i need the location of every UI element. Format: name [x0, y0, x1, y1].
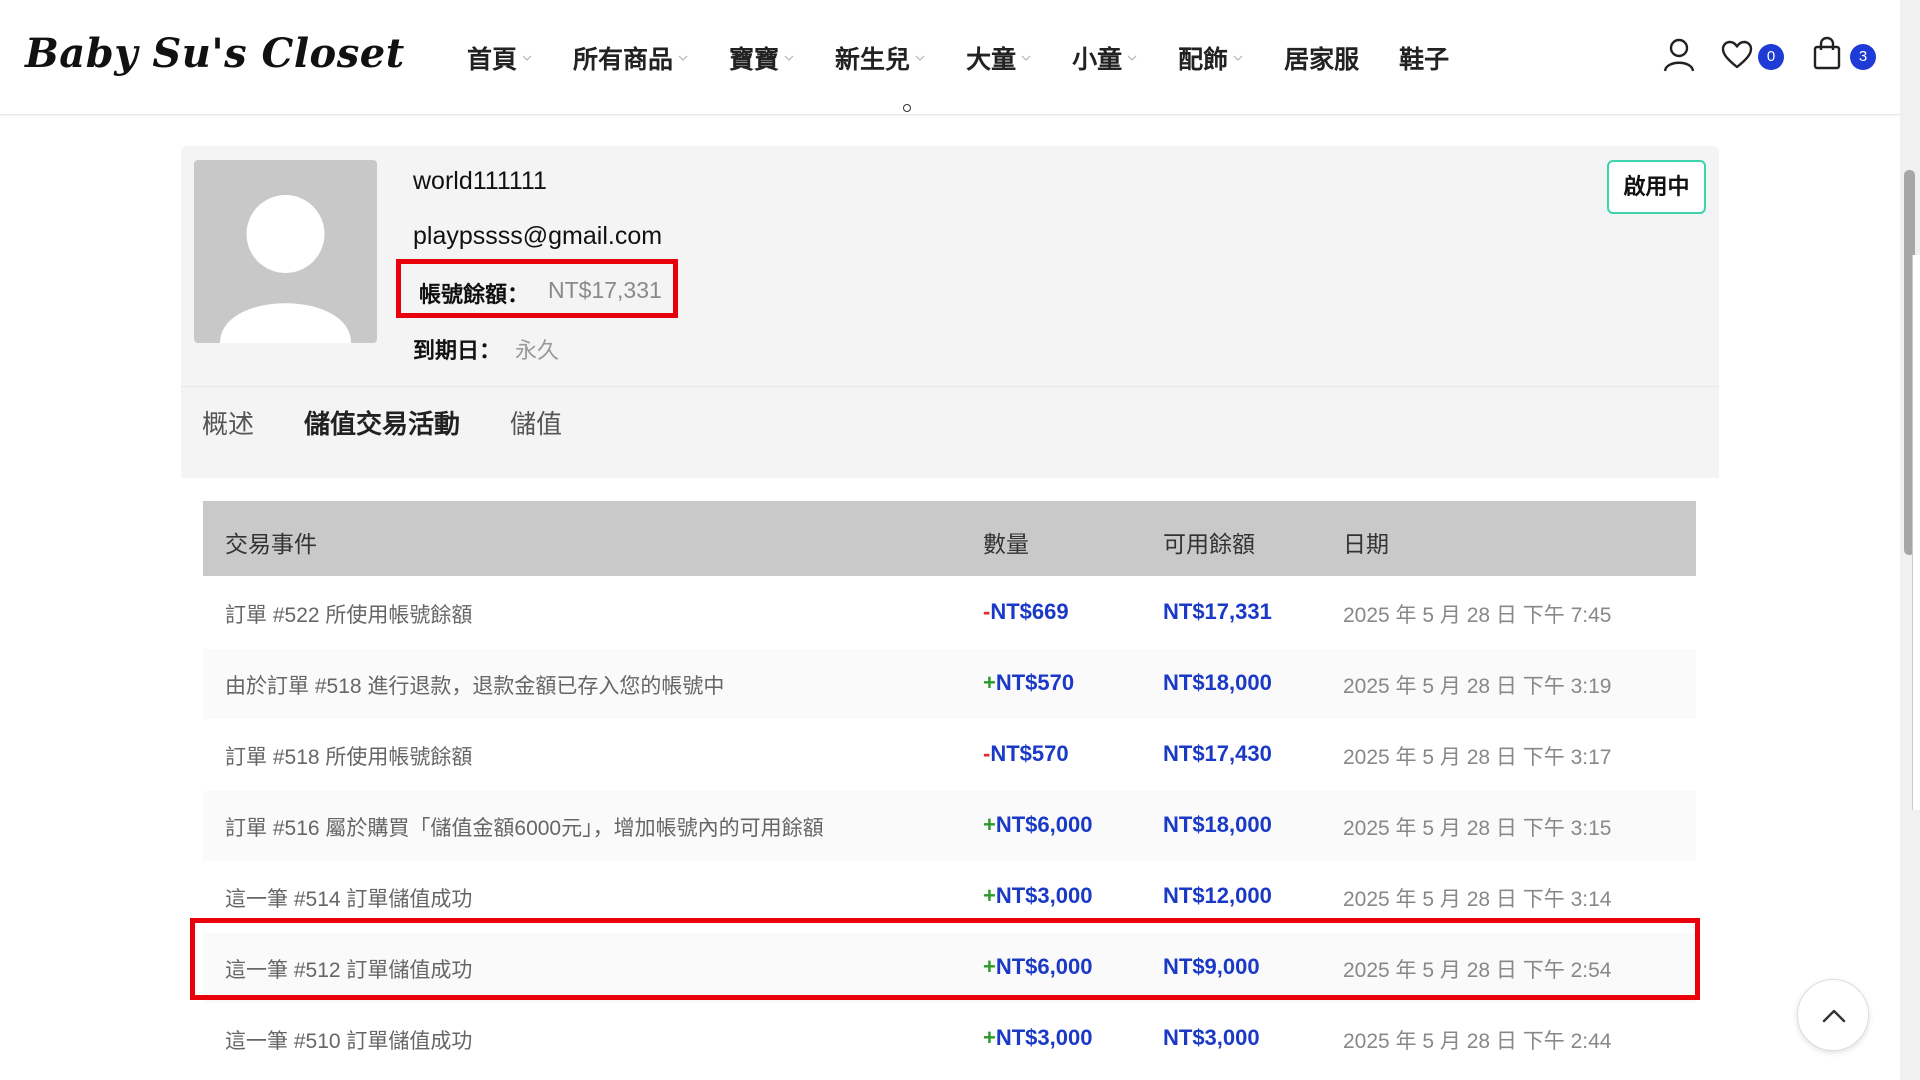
nav-item-label: 新生兒	[835, 46, 911, 74]
row-highlight-box	[190, 918, 1700, 1000]
transaction-amount: +NT$6,000	[983, 812, 1092, 838]
transaction-event: 這一筆 #510 訂單儲值成功	[225, 1030, 473, 1053]
nav-item-baby[interactable]: 寶寶	[729, 40, 795, 76]
chevron-down-icon	[915, 55, 925, 61]
table-row: 訂單 #522 所使用帳號餘額 -NT$669 NT$17,331 2025 年 5 …	[203, 578, 1696, 648]
nav-item-label: 小童	[1072, 46, 1123, 74]
column-header-date: 日期	[1343, 531, 1389, 557]
balance-label: 帳號餘額：	[419, 282, 530, 307]
transaction-date: 2025 年 5 月 28 日 下午 3:14	[1343, 888, 1612, 911]
amount-value: NT$669	[990, 599, 1069, 624]
nav-item-newborn[interactable]: 新生兒	[835, 40, 926, 76]
heart-icon[interactable]	[1721, 40, 1753, 70]
nav-item-shoes[interactable]: 鞋子	[1399, 40, 1449, 76]
transaction-amount: -NT$570	[983, 741, 1069, 767]
nav-item-label: 首頁	[467, 46, 518, 74]
nav-item-homewear[interactable]: 居家服	[1284, 40, 1359, 76]
column-header-amount: 數量	[983, 531, 1029, 557]
tab-top-up[interactable]: 儲值	[510, 404, 562, 441]
cart-count-badge: 3	[1850, 44, 1876, 70]
transaction-event: 由於訂單 #518 進行退款，退款金額已存入您的帳號中	[225, 675, 725, 698]
nav-indicator-dot	[903, 104, 911, 112]
nav-item-big-kids[interactable]: 大童	[966, 40, 1032, 76]
table-header: 交易事件 數量 可用餘額 日期	[203, 501, 1696, 576]
nav-item-label: 寶寶	[729, 46, 780, 74]
amount-sign: +	[983, 1025, 996, 1050]
balance-value: NT$17,331	[548, 277, 662, 303]
transaction-date: 2025 年 5 月 28 日 下午 7:45	[1343, 604, 1612, 627]
nav-item-little-kids[interactable]: 小童	[1072, 40, 1138, 76]
transaction-amount: +NT$3,000	[983, 1025, 1092, 1051]
default-avatar-icon	[220, 195, 351, 343]
column-header-event: 交易事件	[225, 531, 317, 557]
expiry-value: 永久	[515, 338, 560, 363]
transaction-event: 這一筆 #514 訂單儲值成功	[225, 888, 473, 911]
available-balance: NT$18,000	[1163, 670, 1272, 695]
transaction-date: 2025 年 5 月 28 日 下午 3:17	[1343, 746, 1612, 769]
transaction-date: 2025 年 5 月 28 日 下午 3:19	[1343, 675, 1612, 698]
balance-highlight-box: 帳號餘額： NT$17,331	[396, 259, 678, 318]
chevron-up-icon	[1822, 1009, 1846, 1023]
account-status-badge[interactable]: 啟用中	[1607, 160, 1706, 214]
table-row: 由於訂單 #518 進行退款，退款金額已存入您的帳號中 +NT$570 NT$18,…	[203, 649, 1696, 719]
transaction-event: 訂單 #522 所使用帳號餘額	[225, 604, 473, 627]
amount-value: NT$6,000	[995, 812, 1093, 837]
transaction-amount: +NT$570	[983, 670, 1074, 696]
nav-item-home[interactable]: 首頁	[467, 40, 533, 76]
amount-sign: +	[983, 883, 996, 908]
tab-transactions[interactable]: 儲值交易活動	[304, 404, 460, 441]
main-nav: 首頁 所有商品 寶寶 新生兒 大童 小童 配飾 居家服 鞋子	[467, 40, 1489, 76]
card-divider	[181, 386, 1719, 387]
chevron-down-icon	[1127, 55, 1137, 61]
nav-item-label: 配飾	[1178, 46, 1229, 74]
nav-item-label: 大童	[966, 46, 1017, 74]
chevron-down-icon	[1233, 55, 1243, 61]
page: Baby Su's Closet 首頁 所有商品 寶寶 新生兒 大童 小童 配飾…	[0, 0, 1920, 1080]
amount-value: NT$3,000	[995, 1025, 1093, 1050]
nav-item-label: 所有商品	[573, 46, 674, 74]
nav-item-label: 鞋子	[1399, 46, 1450, 74]
chevron-down-icon	[678, 55, 688, 61]
table-row: 訂單 #516 屬於購買「儲值金額6000元」，增加帳號內的可用餘額 +NT$6,…	[203, 791, 1696, 861]
nav-item-accessories[interactable]: 配飾	[1178, 40, 1244, 76]
nav-item-label: 居家服	[1284, 46, 1360, 74]
chevron-down-icon	[784, 55, 794, 61]
tab-overview[interactable]: 概述	[202, 404, 254, 441]
expiry-label: 到期日：	[413, 338, 502, 363]
available-balance: NT$17,331	[1163, 599, 1272, 624]
avatar	[194, 160, 377, 343]
account-email: playpssss@gmail.com	[413, 222, 663, 250]
transaction-event: 訂單 #518 所使用帳號餘額	[225, 746, 473, 769]
site-logo[interactable]: Baby Su's Closet	[25, 30, 405, 77]
user-icon[interactable]	[1663, 38, 1695, 72]
account-username: world111111	[413, 167, 547, 195]
account-tabs: 概述 儲值交易活動 儲值	[202, 404, 612, 441]
chevron-down-icon	[522, 55, 532, 61]
available-balance: NT$12,000	[1163, 883, 1272, 908]
amount-value: NT$570	[990, 741, 1069, 766]
scroll-to-top-button[interactable]	[1797, 979, 1869, 1051]
transaction-amount: -NT$669	[983, 599, 1069, 625]
wishlist-count-badge: 0	[1758, 44, 1784, 70]
transaction-date: 2025 年 5 月 28 日 下午 2:44	[1343, 1030, 1612, 1053]
amount-value: NT$570	[995, 670, 1075, 695]
nav-item-all-products[interactable]: 所有商品	[573, 40, 689, 76]
amount-value: NT$3,000	[995, 883, 1093, 908]
available-balance: NT$3,000	[1163, 1025, 1260, 1050]
available-balance: NT$17,430	[1163, 741, 1272, 766]
transaction-event: 訂單 #516 屬於購買「儲值金額6000元」，增加帳號內的可用餘額	[225, 817, 824, 840]
transaction-amount: +NT$3,000	[983, 883, 1092, 909]
available-balance: NT$18,000	[1163, 812, 1272, 837]
table-row: 這一筆 #510 訂單儲值成功 +NT$3,000 NT$3,000 2025 年 5…	[203, 1004, 1696, 1074]
transaction-date: 2025 年 5 月 28 日 下午 3:15	[1343, 817, 1612, 840]
table-row: 訂單 #518 所使用帳號餘額 -NT$570 NT$17,430 2025 年 5 …	[203, 720, 1696, 790]
site-header: Baby Su's Closet 首頁 所有商品 寶寶 新生兒 大童 小童 配飾…	[0, 0, 1900, 115]
chevron-down-icon	[1021, 55, 1031, 61]
side-toolbar-strip	[1912, 255, 1920, 810]
amount-sign: +	[983, 812, 996, 837]
column-header-available: 可用餘額	[1163, 531, 1255, 557]
amount-sign: +	[983, 670, 996, 695]
shopping-bag-icon[interactable]	[1812, 36, 1842, 70]
